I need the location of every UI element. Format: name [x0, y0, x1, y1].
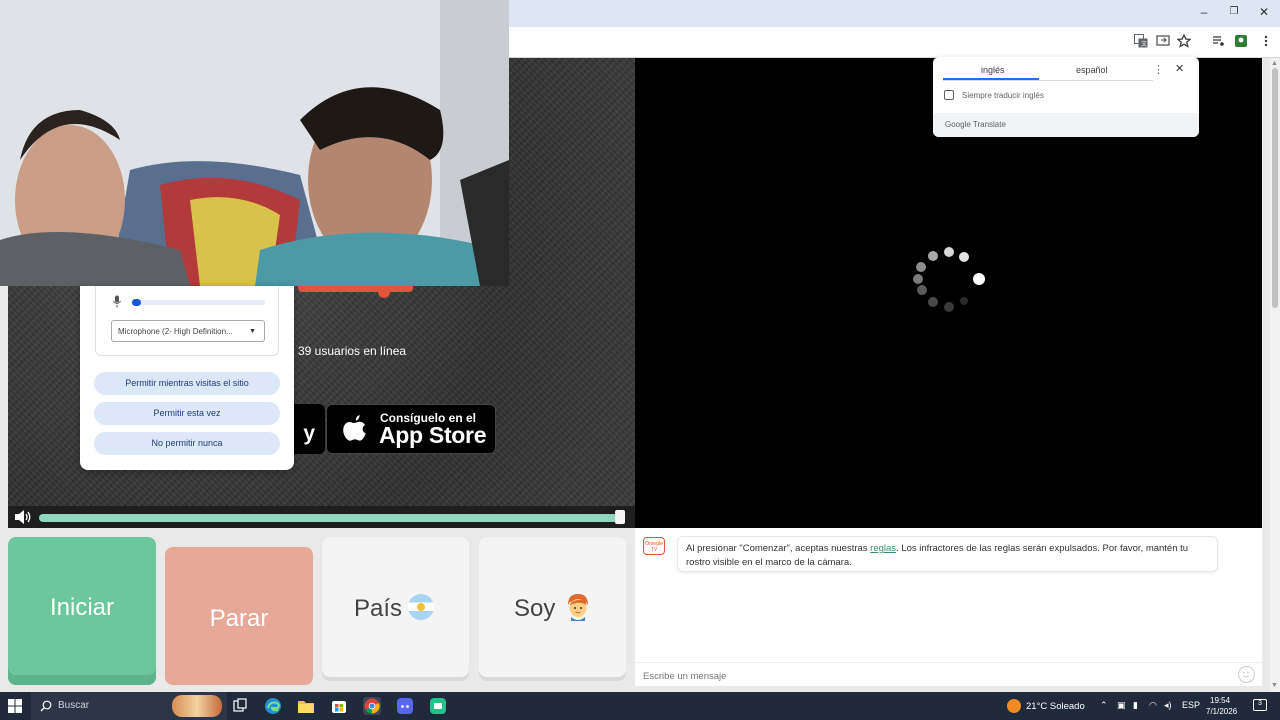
translate-menu-icon[interactable]: ⋮	[1153, 63, 1164, 76]
profile-avatar-icon[interactable]	[1233, 34, 1249, 50]
loading-spinner-icon	[913, 247, 985, 312]
microphone-select[interactable]: Microphone (2- High Definition... ▼	[111, 320, 265, 342]
allow-once-button[interactable]: Permitir esta vez	[94, 402, 280, 425]
gender-button[interactable]: Soy	[479, 537, 626, 677]
never-allow-button[interactable]: No permitir nunca	[94, 432, 280, 455]
webcam-image	[0, 0, 509, 286]
translate-tab-source[interactable]: inglés	[981, 65, 1005, 75]
notifications-icon[interactable]: 3	[1253, 699, 1267, 711]
always-translate-label: Siempre traducir inglés	[962, 91, 1044, 100]
microphone-select-value: Microphone (2- High Definition...	[118, 327, 233, 336]
logo-dot	[378, 286, 390, 298]
scroll-down-icon[interactable]: ▼	[1271, 682, 1278, 689]
rules-link[interactable]: reglas	[870, 543, 896, 554]
weather-text[interactable]: 21°C Soleado	[1026, 701, 1085, 712]
mic-level-indicator	[132, 299, 141, 306]
bookmark-star-icon[interactable]	[1176, 33, 1192, 50]
google-translate-brand: Google Translate	[945, 120, 1006, 129]
windows-taskbar: Buscar 21°C Soleado ⌃ ▣ ▮ ◠ ◂) ESP 19:54…	[0, 692, 1280, 720]
store-icon[interactable]	[330, 697, 348, 715]
chat-input-bar	[635, 662, 1262, 686]
search-icon	[40, 700, 52, 712]
translate-popup: inglés español ⋮ ✕ Siempre traducir ingl…	[933, 57, 1199, 137]
clock-time[interactable]: 19:54	[1210, 696, 1230, 705]
chrome-icon[interactable]	[363, 697, 381, 715]
scrollbar-thumb[interactable]	[1272, 68, 1278, 308]
start-button[interactable]: Iniciar	[8, 537, 156, 685]
weather-sun-icon[interactable]	[1007, 699, 1021, 713]
close-window-button[interactable]: ✕	[1254, 5, 1274, 19]
search-label: Buscar	[58, 700, 90, 711]
argentina-flag-icon	[408, 594, 434, 620]
scroll-up-icon[interactable]: ▲	[1271, 60, 1278, 67]
google-play-label: y	[303, 422, 315, 445]
browser-menu-icon[interactable]	[1258, 34, 1274, 50]
chevron-down-icon: ▼	[249, 328, 256, 335]
omegle-app-icon[interactable]	[429, 697, 447, 715]
allow-while-visiting-button[interactable]: Permitir mientras visitas el sitio	[94, 372, 280, 395]
logo-fragment	[298, 286, 413, 292]
address-bar[interactable]	[509, 32, 1129, 53]
page-scrollbar[interactable]: ▲ ▼	[1270, 58, 1280, 692]
edge-browser-icon[interactable]	[264, 697, 282, 715]
app-store-badge[interactable]: Consíguelo en el App Store	[326, 404, 496, 454]
install-app-icon[interactable]	[1155, 34, 1171, 50]
country-button-label: País	[354, 595, 403, 622]
country-button[interactable]: País	[322, 537, 469, 677]
volume-control	[8, 506, 635, 528]
gender-button-label: Soy	[514, 595, 556, 622]
mic-level-track	[131, 300, 265, 305]
translate-close-icon[interactable]: ✕	[1175, 62, 1184, 75]
online-users-count: 39 usuarios en línea	[298, 344, 407, 358]
app-store-big-label: App Store	[379, 422, 487, 448]
boy-emoji-icon	[568, 594, 588, 621]
tray-chevron-up-icon[interactable]: ⌃	[1100, 700, 1108, 711]
emoji-picker-icon[interactable]	[1238, 666, 1255, 683]
chat-message-input[interactable]	[643, 669, 1223, 683]
start-button-label: Iniciar	[49, 594, 115, 621]
media-controls-icon[interactable]	[1210, 34, 1226, 50]
minimize-button[interactable]: –	[1194, 5, 1214, 19]
speaker-icon[interactable]	[14, 509, 32, 525]
windows-start-icon[interactable]	[8, 699, 22, 713]
task-view-icon[interactable]	[231, 697, 249, 715]
search-highlight-image	[172, 695, 222, 717]
volume-slider-track[interactable]	[39, 514, 623, 522]
apple-icon	[343, 415, 366, 441]
rules-notice-text-before: Al presionar "Comenzar", aceptas nuestra…	[686, 543, 871, 554]
always-translate-checkbox[interactable]	[944, 90, 954, 100]
translate-tab-target[interactable]: español	[1076, 65, 1108, 75]
rules-notice: Al presionar "Comenzar", aceptas nuestra…	[677, 536, 1218, 572]
chat-panel: Omegle TV Al presionar "Comenzar", acept…	[635, 528, 1262, 686]
translate-footer: Google Translate	[933, 113, 1199, 137]
omegle-tv-logo-icon: Omegle TV	[643, 537, 665, 555]
discord-icon[interactable]	[396, 697, 414, 715]
tray-volume-icon[interactable]: ◂)	[1164, 700, 1172, 711]
svg-text:文: 文	[1141, 40, 1147, 48]
tray-wifi-icon[interactable]: ◠	[1149, 700, 1157, 711]
clock-date[interactable]: 7/1/2026	[1206, 707, 1237, 716]
restore-button[interactable]: ❐	[1224, 6, 1244, 17]
tray-language[interactable]: ESP	[1182, 700, 1200, 710]
file-explorer-icon[interactable]	[297, 697, 315, 715]
taskbar-search[interactable]: Buscar	[31, 692, 227, 720]
microphone-icon	[113, 295, 121, 308]
microphone-card: Microphone (2- High Definition... ▼	[95, 286, 279, 356]
tray-camera-icon[interactable]: ▣	[1117, 700, 1126, 711]
stop-button-label: Parar	[209, 605, 269, 632]
tray-microphone-icon[interactable]: ▮	[1133, 700, 1138, 711]
volume-slider-knob[interactable]	[615, 510, 625, 524]
stop-button[interactable]: Parar	[165, 547, 313, 685]
webcam-preview	[0, 0, 509, 286]
translate-icon[interactable]: 文	[1133, 34, 1149, 50]
translate-divider	[943, 80, 1153, 81]
camera-permission-popup: Microphone (2- High Definition... ▼ Perm…	[80, 286, 294, 470]
